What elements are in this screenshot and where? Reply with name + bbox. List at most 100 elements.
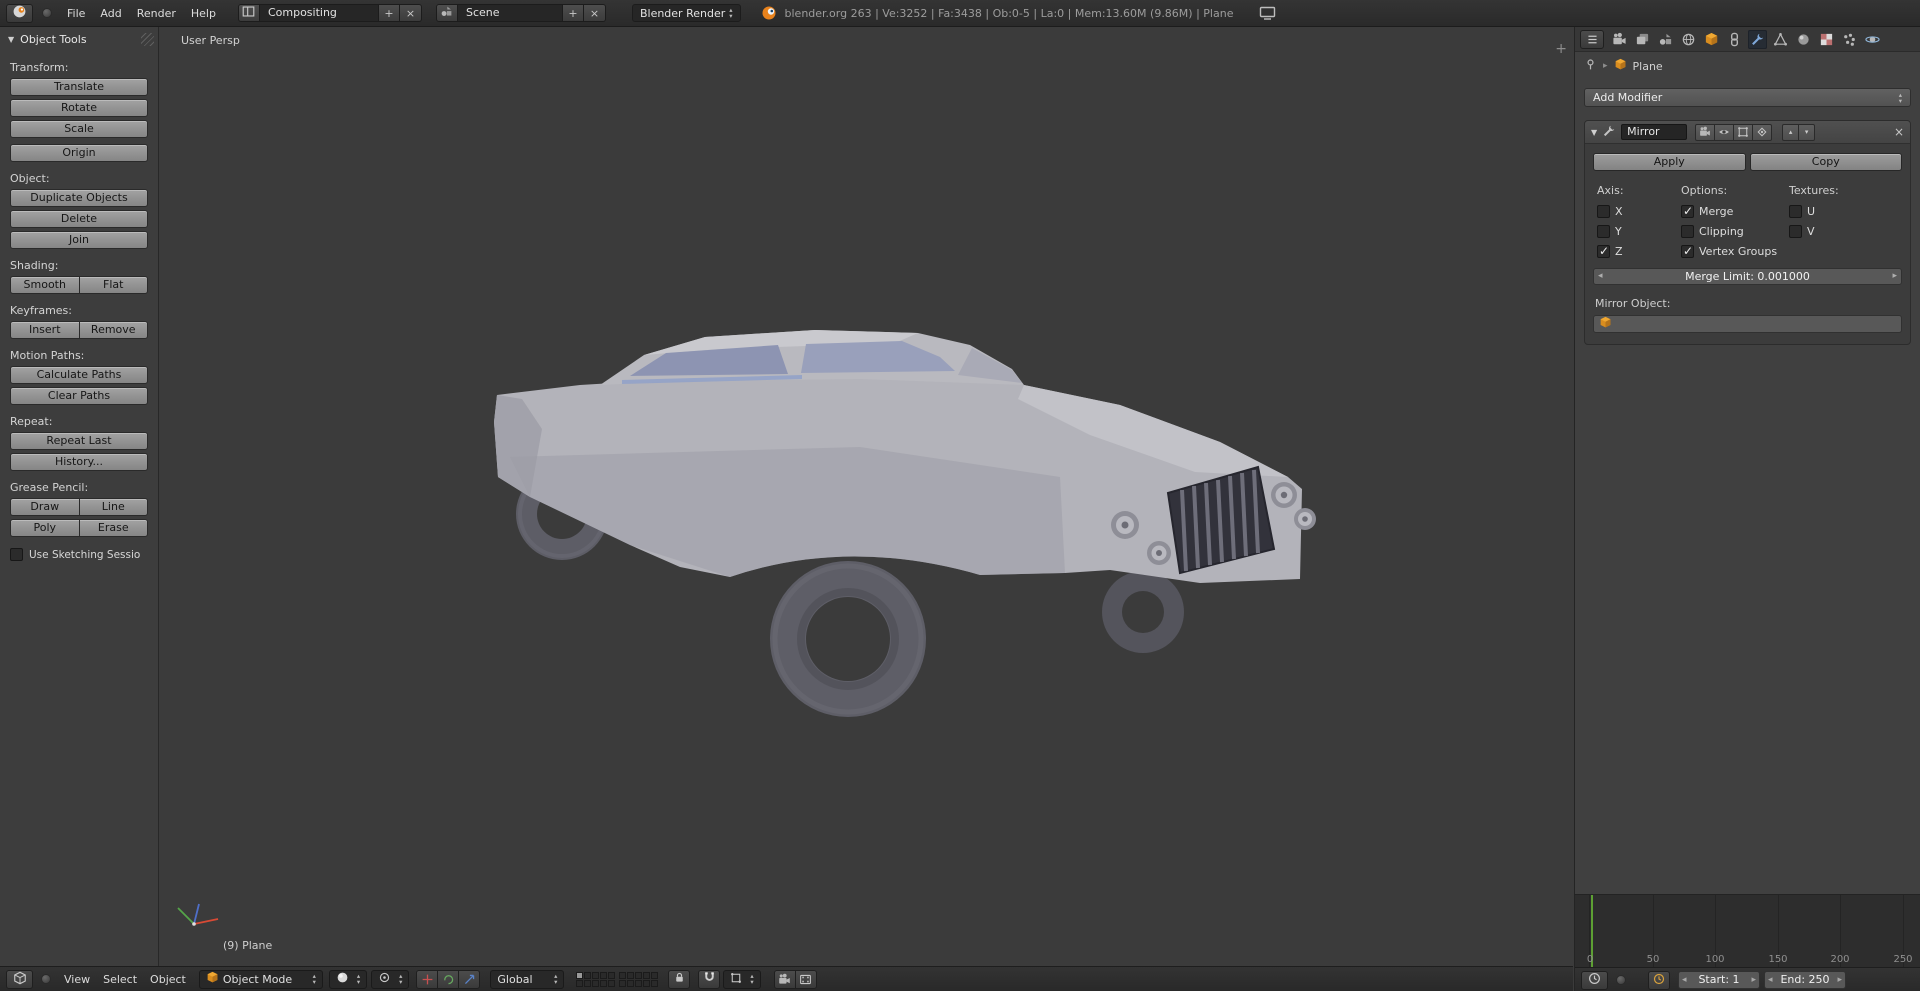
layer-cell[interactable] [627,979,635,987]
join-button[interactable]: Join [10,231,148,249]
layer-cell[interactable] [576,971,584,979]
screen-layout-field[interactable]: Compositing [259,4,378,22]
tab-texture[interactable] [1817,30,1836,49]
texture-u-row[interactable]: U [1789,205,1902,218]
layer-cell[interactable] [592,971,600,979]
timeline-collapse-toggle[interactable] [1616,975,1626,985]
layer-cell[interactable] [619,971,627,979]
menu-file[interactable]: File [67,7,85,20]
rotate-button[interactable]: Rotate [10,99,148,117]
frame-end-field[interactable]: End: 250 [1764,971,1846,989]
remove-keyframe-button[interactable]: Remove [78,321,148,339]
layers-group-2[interactable] [619,971,659,987]
menu-help[interactable]: Help [191,7,216,20]
menu-render[interactable]: Render [137,7,176,20]
merge-limit-slider[interactable]: Merge Limit: 0.001000 [1593,268,1902,285]
modifier-editmode-toggle[interactable] [1733,123,1754,141]
origin-button[interactable]: Origin [10,144,148,162]
tab-object[interactable] [1702,30,1721,49]
manipulator-rotate-button[interactable] [437,969,460,989]
transform-orientation-dropdown[interactable]: Global [490,969,565,989]
timeline-editor-selector[interactable] [1581,970,1608,990]
axis-z-checkbox[interactable] [1597,244,1610,258]
view3d-editor-selector[interactable] [6,969,33,989]
tab-object-data[interactable] [1771,30,1790,49]
vertex-groups-row[interactable]: Vertex Groups [1681,244,1789,258]
apply-button[interactable]: Apply [1593,153,1746,171]
menu-view[interactable]: View [64,973,90,986]
tab-render-layers[interactable] [1633,30,1652,49]
copy-button[interactable]: Copy [1749,153,1902,171]
header-collapse-toggle[interactable] [42,8,52,18]
render-animation-button[interactable] [794,969,817,989]
layers-group-1[interactable] [576,971,616,987]
scene-delete-button[interactable] [583,4,606,22]
modifier-close-icon[interactable] [1894,125,1904,139]
layer-cell[interactable] [619,979,627,987]
axis-z-row[interactable]: Z [1597,244,1681,258]
layer-cell[interactable] [635,979,643,987]
layer-cell[interactable] [635,971,643,979]
render-still-button[interactable] [773,969,796,989]
tab-particles[interactable] [1840,30,1859,49]
clipping-row[interactable]: Clipping [1681,225,1789,238]
calculate-paths-button[interactable]: Calculate Paths [10,366,148,384]
layer-cell[interactable] [576,979,584,987]
smooth-button[interactable]: Smooth [10,276,79,294]
layer-cell[interactable] [600,979,608,987]
layer-cell[interactable] [643,971,651,979]
screen-layout-delete-button[interactable] [399,4,422,22]
scene-add-button[interactable] [561,4,584,22]
menu-select[interactable]: Select [103,973,137,986]
texture-u-checkbox[interactable] [1789,205,1802,218]
layer-cell[interactable] [643,979,651,987]
screen-layout-add-button[interactable] [377,4,400,22]
lock-to-scene-button[interactable] [668,969,691,989]
pivot-point-dropdown[interactable] [371,969,410,989]
menu-object[interactable]: Object [150,973,186,986]
modifier-move-down-button[interactable]: ▾ [1798,123,1816,141]
manipulator-scale-button[interactable] [458,969,481,989]
layer-cell[interactable] [608,979,616,987]
axis-x-row[interactable]: X [1597,205,1681,218]
axis-y-checkbox[interactable] [1597,225,1610,238]
info-editor-selector[interactable] [6,3,33,23]
grease-poly-button[interactable]: Poly [10,519,79,537]
delete-button[interactable]: Delete [10,210,148,228]
modifier-realtime-toggle[interactable] [1714,123,1735,141]
tab-scene[interactable] [1656,30,1675,49]
texture-v-checkbox[interactable] [1789,225,1802,238]
car-model[interactable] [160,27,1573,966]
preview-range-button[interactable] [1648,970,1670,990]
region-expand-icon[interactable] [1555,41,1567,57]
tab-world[interactable] [1679,30,1698,49]
use-sketching-row[interactable]: Use Sketching Sessio [10,548,148,561]
clipping-checkbox[interactable] [1681,225,1694,238]
merge-checkbox[interactable] [1681,204,1694,218]
properties-editor-selector[interactable] [1580,29,1604,49]
modifier-expand-icon[interactable]: ▼ [1591,128,1597,137]
tool-shelf-panel-header[interactable]: ▼ Object Tools [0,27,158,49]
tab-modifiers[interactable] [1748,29,1767,49]
tab-render[interactable] [1610,30,1629,49]
mode-dropdown[interactable]: Object Mode [198,969,323,989]
texture-v-row[interactable]: V [1789,225,1902,238]
flat-button[interactable]: Flat [78,276,148,294]
breadcrumb-object-name[interactable]: Plane [1633,60,1663,73]
screen-layout-browse-button[interactable] [237,4,260,22]
modifier-cage-toggle[interactable] [1752,123,1773,141]
modifier-render-toggle[interactable] [1695,123,1716,141]
mirror-object-field[interactable] [1593,315,1902,333]
tab-constraints[interactable] [1725,30,1744,49]
scene-browse-button[interactable] [435,4,458,22]
manipulator-translate-button[interactable] [416,969,439,989]
modifier-move-up-button[interactable]: ▴ [1782,123,1800,141]
grease-line-button[interactable]: Line [78,498,148,516]
pin-icon[interactable] [1584,58,1597,74]
snap-toggle-button[interactable] [698,969,721,989]
layer-cell[interactable] [608,971,616,979]
merge-row[interactable]: Merge [1681,204,1789,218]
menu-add[interactable]: Add [100,7,121,20]
viewport-3d[interactable]: User Persp (9) Plane [160,27,1573,966]
layer-cell[interactable] [584,971,592,979]
